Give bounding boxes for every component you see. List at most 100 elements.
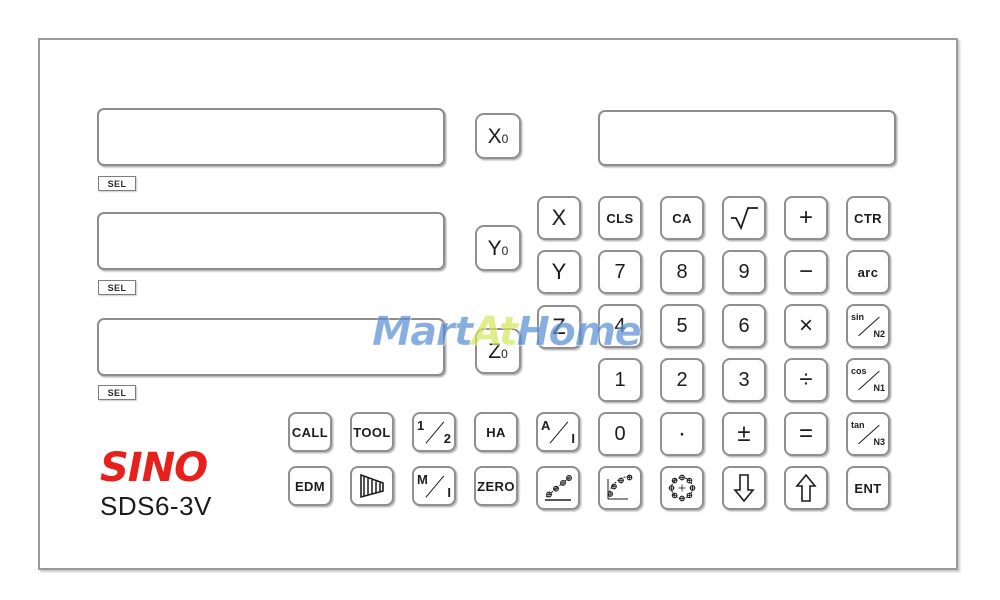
sel-label: SEL [107, 178, 127, 189]
call-key-label: CALL [291, 424, 329, 440]
fraction-slash [549, 421, 569, 444]
arc-hole-pattern-key[interactable] [598, 466, 642, 510]
arc-key-label: arc [857, 264, 879, 280]
sin-n2-key-numerator: sin [851, 312, 865, 322]
ha-key[interactable]: HA [474, 412, 518, 452]
sin-n2-key[interactable]: sin N2 [846, 304, 890, 348]
tan-n3-key-denominator: N3 [873, 437, 885, 447]
decimal-point-key[interactable]: · [660, 412, 704, 456]
half-key-label: 12 [417, 417, 451, 447]
sel-button-x[interactable]: SEL [98, 176, 136, 191]
bolt-circle-icon [665, 473, 699, 503]
digit-7-key-label: 7 [614, 260, 626, 283]
digit-4-key-label: 4 [614, 314, 626, 337]
tan-n3-key[interactable]: tan N3 [846, 412, 890, 456]
plus-key[interactable]: + [784, 196, 828, 240]
equals-key-label: = [798, 420, 813, 447]
linear-hole-pattern-key[interactable] [536, 466, 580, 510]
taper-key[interactable] [350, 466, 394, 506]
x-axis-key[interactable]: X [537, 196, 581, 240]
x-zero-key-label: X0 [487, 124, 509, 148]
digit-2-key[interactable]: 2 [660, 358, 704, 402]
square-root-key[interactable] [722, 196, 766, 240]
z-axis-key[interactable]: Z [537, 305, 581, 349]
digit-4-key[interactable]: 4 [598, 304, 642, 348]
model-number: SDS6-3V [100, 491, 212, 521]
digit-2-key-label: 2 [676, 368, 688, 391]
multiply-key-label: × [798, 312, 813, 339]
call-key[interactable]: CALL [288, 412, 332, 452]
fraction-slash [425, 475, 445, 498]
digit-9-key-label: 9 [738, 260, 750, 283]
brand-name: SINO [100, 445, 208, 491]
cos-n1-key-numerator: cos [851, 366, 867, 376]
digit-1-key-label: 1 [614, 368, 626, 391]
z-axis-key-label: Z [552, 314, 566, 339]
enter-key-label: ENT [854, 480, 882, 496]
cos-n1-key[interactable]: cos N1 [846, 358, 890, 402]
y-zero-key[interactable]: Y0 [475, 225, 521, 271]
minus-key[interactable]: − [784, 250, 828, 294]
plus-minus-key[interactable]: ± [722, 412, 766, 456]
ha-key-label: HA [486, 424, 506, 440]
x-axis-key-label: X [551, 205, 567, 230]
digit-7-key[interactable]: 7 [598, 250, 642, 294]
mm-inch-key-label: MI [417, 471, 451, 501]
mm-inch-key-numerator: M [417, 472, 428, 487]
center-key[interactable]: CTR [846, 196, 890, 240]
zero-key[interactable]: ZERO [474, 466, 518, 506]
arrow-down-key[interactable] [722, 466, 766, 510]
fraction-slash [425, 421, 445, 444]
z-zero-key[interactable]: Z0 [475, 328, 521, 374]
tan-n3-key-numerator: tan [851, 420, 865, 430]
clear-all-key[interactable]: CA [660, 196, 704, 240]
digit-9-key[interactable]: 9 [722, 250, 766, 294]
enter-key[interactable]: ENT [846, 466, 890, 510]
y-axis-display [97, 212, 445, 270]
equals-key[interactable]: = [784, 412, 828, 456]
z-axis-display [97, 318, 445, 376]
abs-inc-key-label: AI [541, 417, 575, 447]
cos-n1-key-label: cos N1 [851, 365, 885, 395]
linear-hole-pattern-icon [541, 473, 575, 503]
cos-n1-key-denominator: N1 [873, 383, 885, 393]
minus-key-label: − [798, 258, 813, 285]
sel-button-z[interactable]: SEL [98, 385, 136, 400]
multiply-key[interactable]: × [784, 304, 828, 348]
tool-key-label: TOOL [353, 424, 391, 440]
abs-inc-key-numerator: A [541, 418, 551, 433]
digit-5-key[interactable]: 5 [660, 304, 704, 348]
decimal-point-key-label: · [678, 420, 686, 447]
clear-key[interactable]: CLS [598, 196, 642, 240]
digit-3-key[interactable]: 3 [722, 358, 766, 402]
sel-button-y[interactable]: SEL [98, 280, 136, 295]
abs-inc-key-denominator: I [571, 431, 575, 446]
mm-inch-key[interactable]: MI [412, 466, 456, 506]
digit-0-key[interactable]: 0 [598, 412, 642, 456]
digit-1-key[interactable]: 1 [598, 358, 642, 402]
x-axis-display [97, 108, 445, 166]
y-axis-key-label: Y [551, 259, 567, 284]
digit-3-key-label: 3 [738, 368, 750, 391]
half-key-denominator: 2 [443, 431, 451, 446]
arrow-up-key[interactable] [784, 466, 828, 510]
plus-minus-key-label: ± [737, 420, 751, 447]
x-zero-key[interactable]: X0 [475, 113, 521, 159]
digit-8-key[interactable]: 8 [660, 250, 704, 294]
bolt-circle-pattern-key[interactable] [660, 466, 704, 510]
tool-key[interactable]: TOOL [350, 412, 394, 452]
digit-8-key-label: 8 [676, 260, 688, 283]
half-key[interactable]: 12 [412, 412, 456, 452]
digit-6-key-label: 6 [738, 314, 750, 337]
y-zero-key-label: Y0 [487, 236, 509, 260]
y-axis-key[interactable]: Y [537, 250, 581, 294]
arrow-up-icon [789, 473, 823, 503]
sin-n2-key-label: sin N2 [851, 311, 885, 341]
arc-key[interactable]: arc [846, 250, 890, 294]
divide-key-label: ÷ [799, 366, 813, 393]
abs-inc-key[interactable]: AI [536, 412, 580, 452]
dro-front-panel: SEL SEL SEL X0 Y0 Z0 X Y Z CLS CA + CTR 7 8 9 −… [38, 38, 958, 570]
arrow-down-icon [727, 473, 761, 503]
digit-6-key[interactable]: 6 [722, 304, 766, 348]
divide-key[interactable]: ÷ [784, 358, 828, 402]
